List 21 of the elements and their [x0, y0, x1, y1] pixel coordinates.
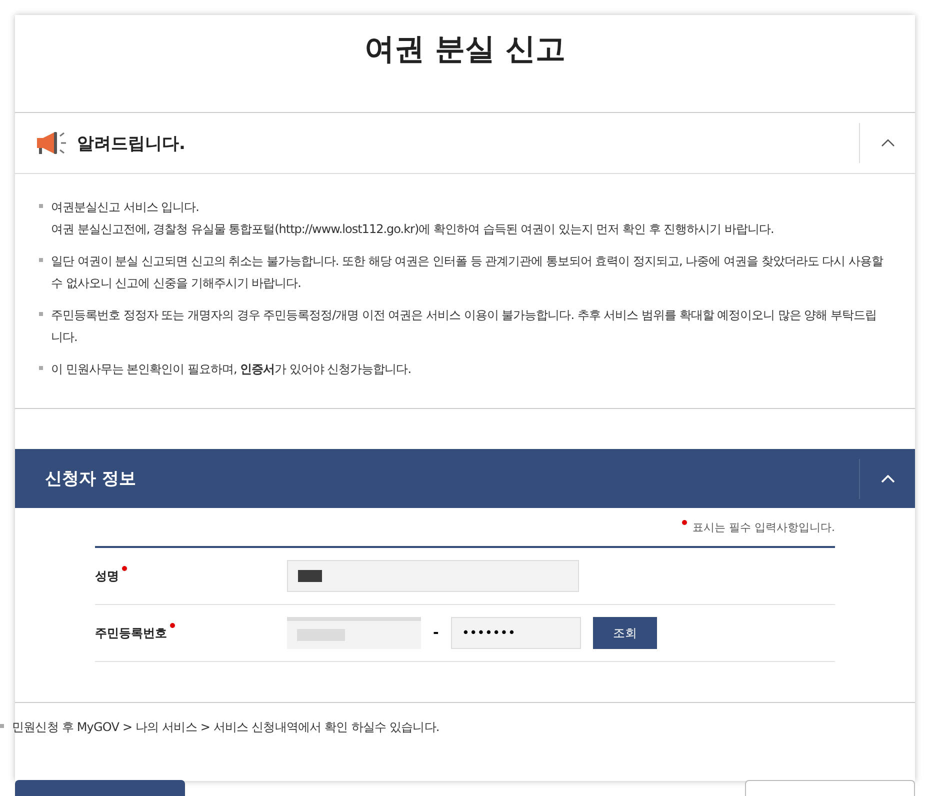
input-field[interactable]	[287, 617, 421, 649]
chevron-up-icon	[880, 139, 894, 147]
required-note: 표시는 필수 입력사항입니다.	[692, 520, 835, 535]
notice-text: 이 민원사무는 본인확인이 필요하며, 인증서가 있어야 신청가능합니다.	[51, 361, 412, 378]
footer-note: 민원신청 후 MyGOV > 나의 서비스 > 서비스 신청내역에서 확인 하실수 있습니다.	[12, 719, 440, 736]
notice-title: 알려드립니다.	[77, 132, 186, 154]
lookup-button[interactable]: 조회	[592, 617, 657, 649]
field-label: 주민등록번호	[95, 626, 167, 640]
notice-text: 여권 분실신고전에, 경찰청 유실물 통합포털(http://www.lost112.go.kr)에 확인하여 습득된 여권이 있는지 먼저 확인 후 진행하시기 바랍니다.	[51, 221, 774, 238]
input-field[interactable]	[287, 560, 579, 592]
chevron-up-icon	[880, 474, 894, 482]
notice-text: 주민등록번호 정정자 또는 개명자의 경우 주민등록정정/개명 이전 여권은 서비스 이용이 불가능합니다. 추후 서비스 범위를 확대할 예정이오니 많은 양해 부탁드립니다.	[51, 307, 878, 346]
notice-text: 일단 여권이 분실 신고되면 신고의 취소는 불가능합니다. 또한 해당 여권은 인터폴 등 관계기관에 통보되어 효력이 정지되고, 나중에 여권을 찾았더라도 다시 사용할 수 없사오니 신고에 신중을 기해주시기 바랍니다.	[51, 253, 884, 292]
field-label: 성명	[95, 568, 119, 582]
section-title: 신청자 정보	[45, 468, 137, 490]
megaphone-icon	[35, 130, 69, 156]
separator: -	[433, 625, 439, 641]
page-title: 여권 분실 신고	[364, 31, 566, 69]
input-field[interactable]: •••••••	[450, 617, 581, 649]
notice-text: 여권분실신고 서비스 입니다.	[51, 199, 200, 216]
pixelated-text	[298, 570, 322, 582]
